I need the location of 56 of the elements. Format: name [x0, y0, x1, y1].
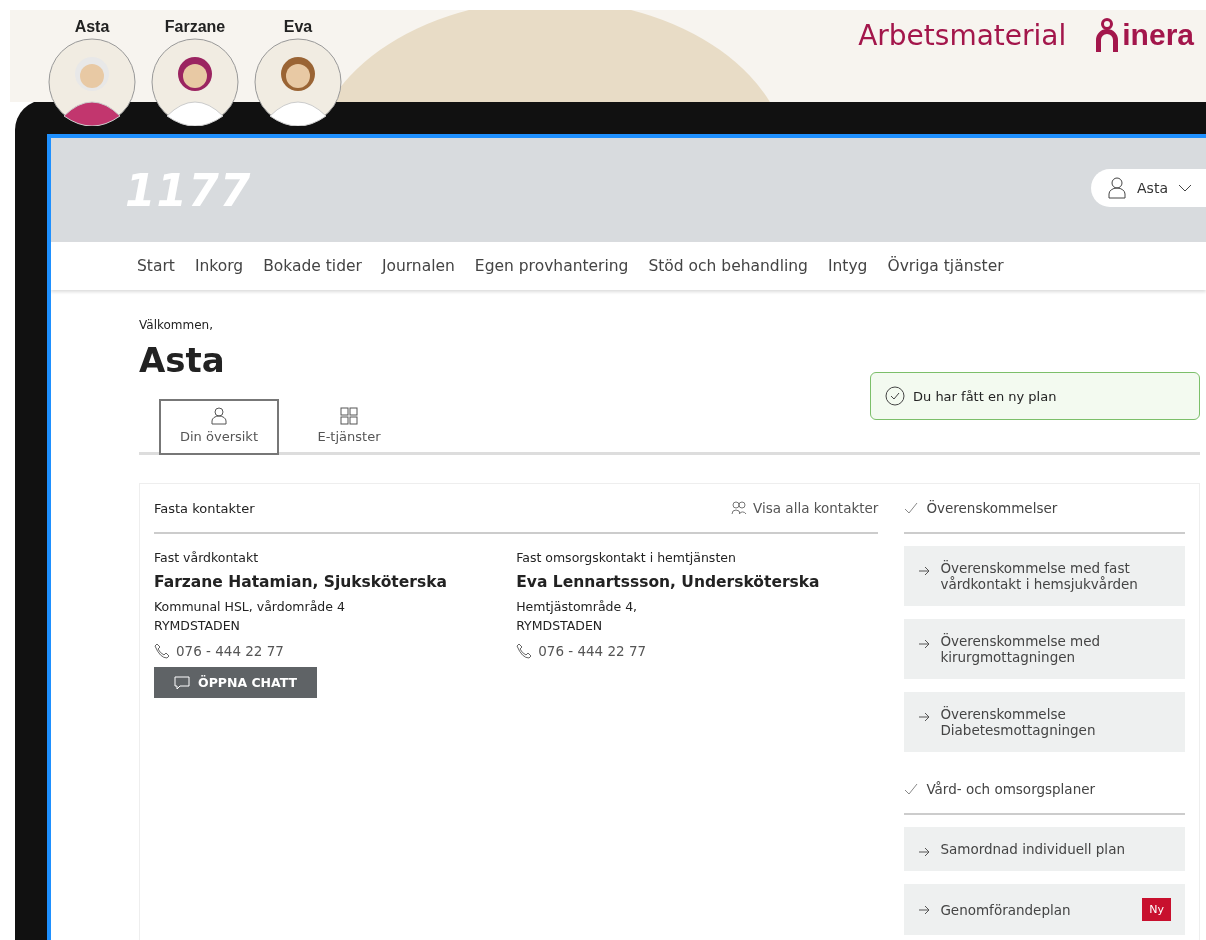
checkmark-icon: [904, 502, 919, 514]
nav-link[interactable]: Journalen: [381, 257, 455, 275]
arrow-right-icon: [918, 847, 931, 857]
plan-link[interactable]: Genomförandeplan Ny: [904, 884, 1185, 935]
view-tab[interactable]: Din översikt: [159, 399, 279, 455]
phone-icon: [154, 643, 170, 659]
plan-link[interactable]: Överenskommelse med kirurgmottagningen: [904, 619, 1185, 679]
plan-link[interactable]: Överenskommelse med fast vårdkontakt i hemsjukvården: [904, 546, 1185, 606]
person-logo-icon: [1096, 18, 1119, 52]
phone-number: 076 - 444 22 77: [176, 643, 284, 659]
phone-icon: [516, 643, 533, 659]
persona-name: Farzane: [164, 18, 226, 36]
section-heading: Överenskommelser: [926, 500, 1058, 516]
persona-name: Asta: [74, 18, 110, 36]
persona-name: Eva: [283, 18, 313, 36]
user-icon: [211, 407, 227, 425]
section-heading: Vård- och omsorgsplaner: [926, 781, 1096, 797]
logo-text: inera: [1122, 18, 1194, 52]
notification-text: Du har fått en ny plan: [913, 388, 1057, 404]
grid-icon: [340, 407, 358, 425]
contact-name: Eva Lennartssson, Undersköterska: [516, 573, 820, 591]
contact-address: Hemtjästområde 4,: [516, 599, 638, 614]
arrow-right-icon: [918, 904, 931, 915]
nav-link[interactable]: Stöd och behandling: [648, 257, 808, 275]
user-name-heading: Asta: [139, 340, 226, 380]
contact-address: Kommunal HSL, vårdområde 4: [154, 599, 345, 614]
nav-link[interactable]: Inkorg: [194, 257, 244, 275]
plan-link[interactable]: Samordnad individuell plan: [904, 827, 1185, 871]
nav-link[interactable]: Start: [137, 257, 175, 275]
contact-role: Fast vårdkontakt: [154, 550, 259, 565]
arrow-right-icon: [918, 712, 931, 722]
checkmark-icon: [904, 783, 919, 795]
contact-name: Farzane Hatamian, Sjuksköterska: [154, 573, 447, 591]
chat-icon: [174, 675, 190, 690]
contact-address: RYMDSTADEN: [516, 618, 603, 633]
people-icon: [731, 501, 748, 515]
nav-link[interactable]: Egen provhantering: [474, 257, 629, 275]
nav-link[interactable]: Övriga tjänster: [887, 257, 1004, 275]
user-menu-button[interactable]: Asta: [1091, 168, 1206, 207]
chevron-down-icon: [1178, 183, 1192, 192]
show-all-contacts-link[interactable]: Visa alla kontakter: [731, 500, 879, 516]
check-circle-icon: [885, 386, 905, 406]
user-icon: [1107, 176, 1128, 199]
plan-link[interactable]: Överenskommelse Diabetesmottagningen: [904, 692, 1185, 752]
phone-number: 076 - 444 22 77: [538, 643, 647, 659]
section-title: Fasta kontakter: [154, 500, 255, 516]
contact-address: RYMDSTADEN: [154, 618, 240, 633]
open-chat-button[interactable]: ÖPPNA CHATT: [154, 667, 318, 698]
contact-role: Fast omsorgskontakt i hemtjänsten: [516, 550, 736, 565]
nav-link[interactable]: Bokade tider: [263, 257, 362, 275]
arrow-right-icon: [918, 566, 931, 576]
banner-title: Arbetsmaterial: [858, 18, 1067, 52]
welcome-greeting: Välkommen,: [139, 318, 214, 332]
new-badge: Ny: [1142, 898, 1171, 921]
arrow-right-icon: [918, 639, 931, 649]
nav-link[interactable]: Intyg: [827, 257, 868, 275]
